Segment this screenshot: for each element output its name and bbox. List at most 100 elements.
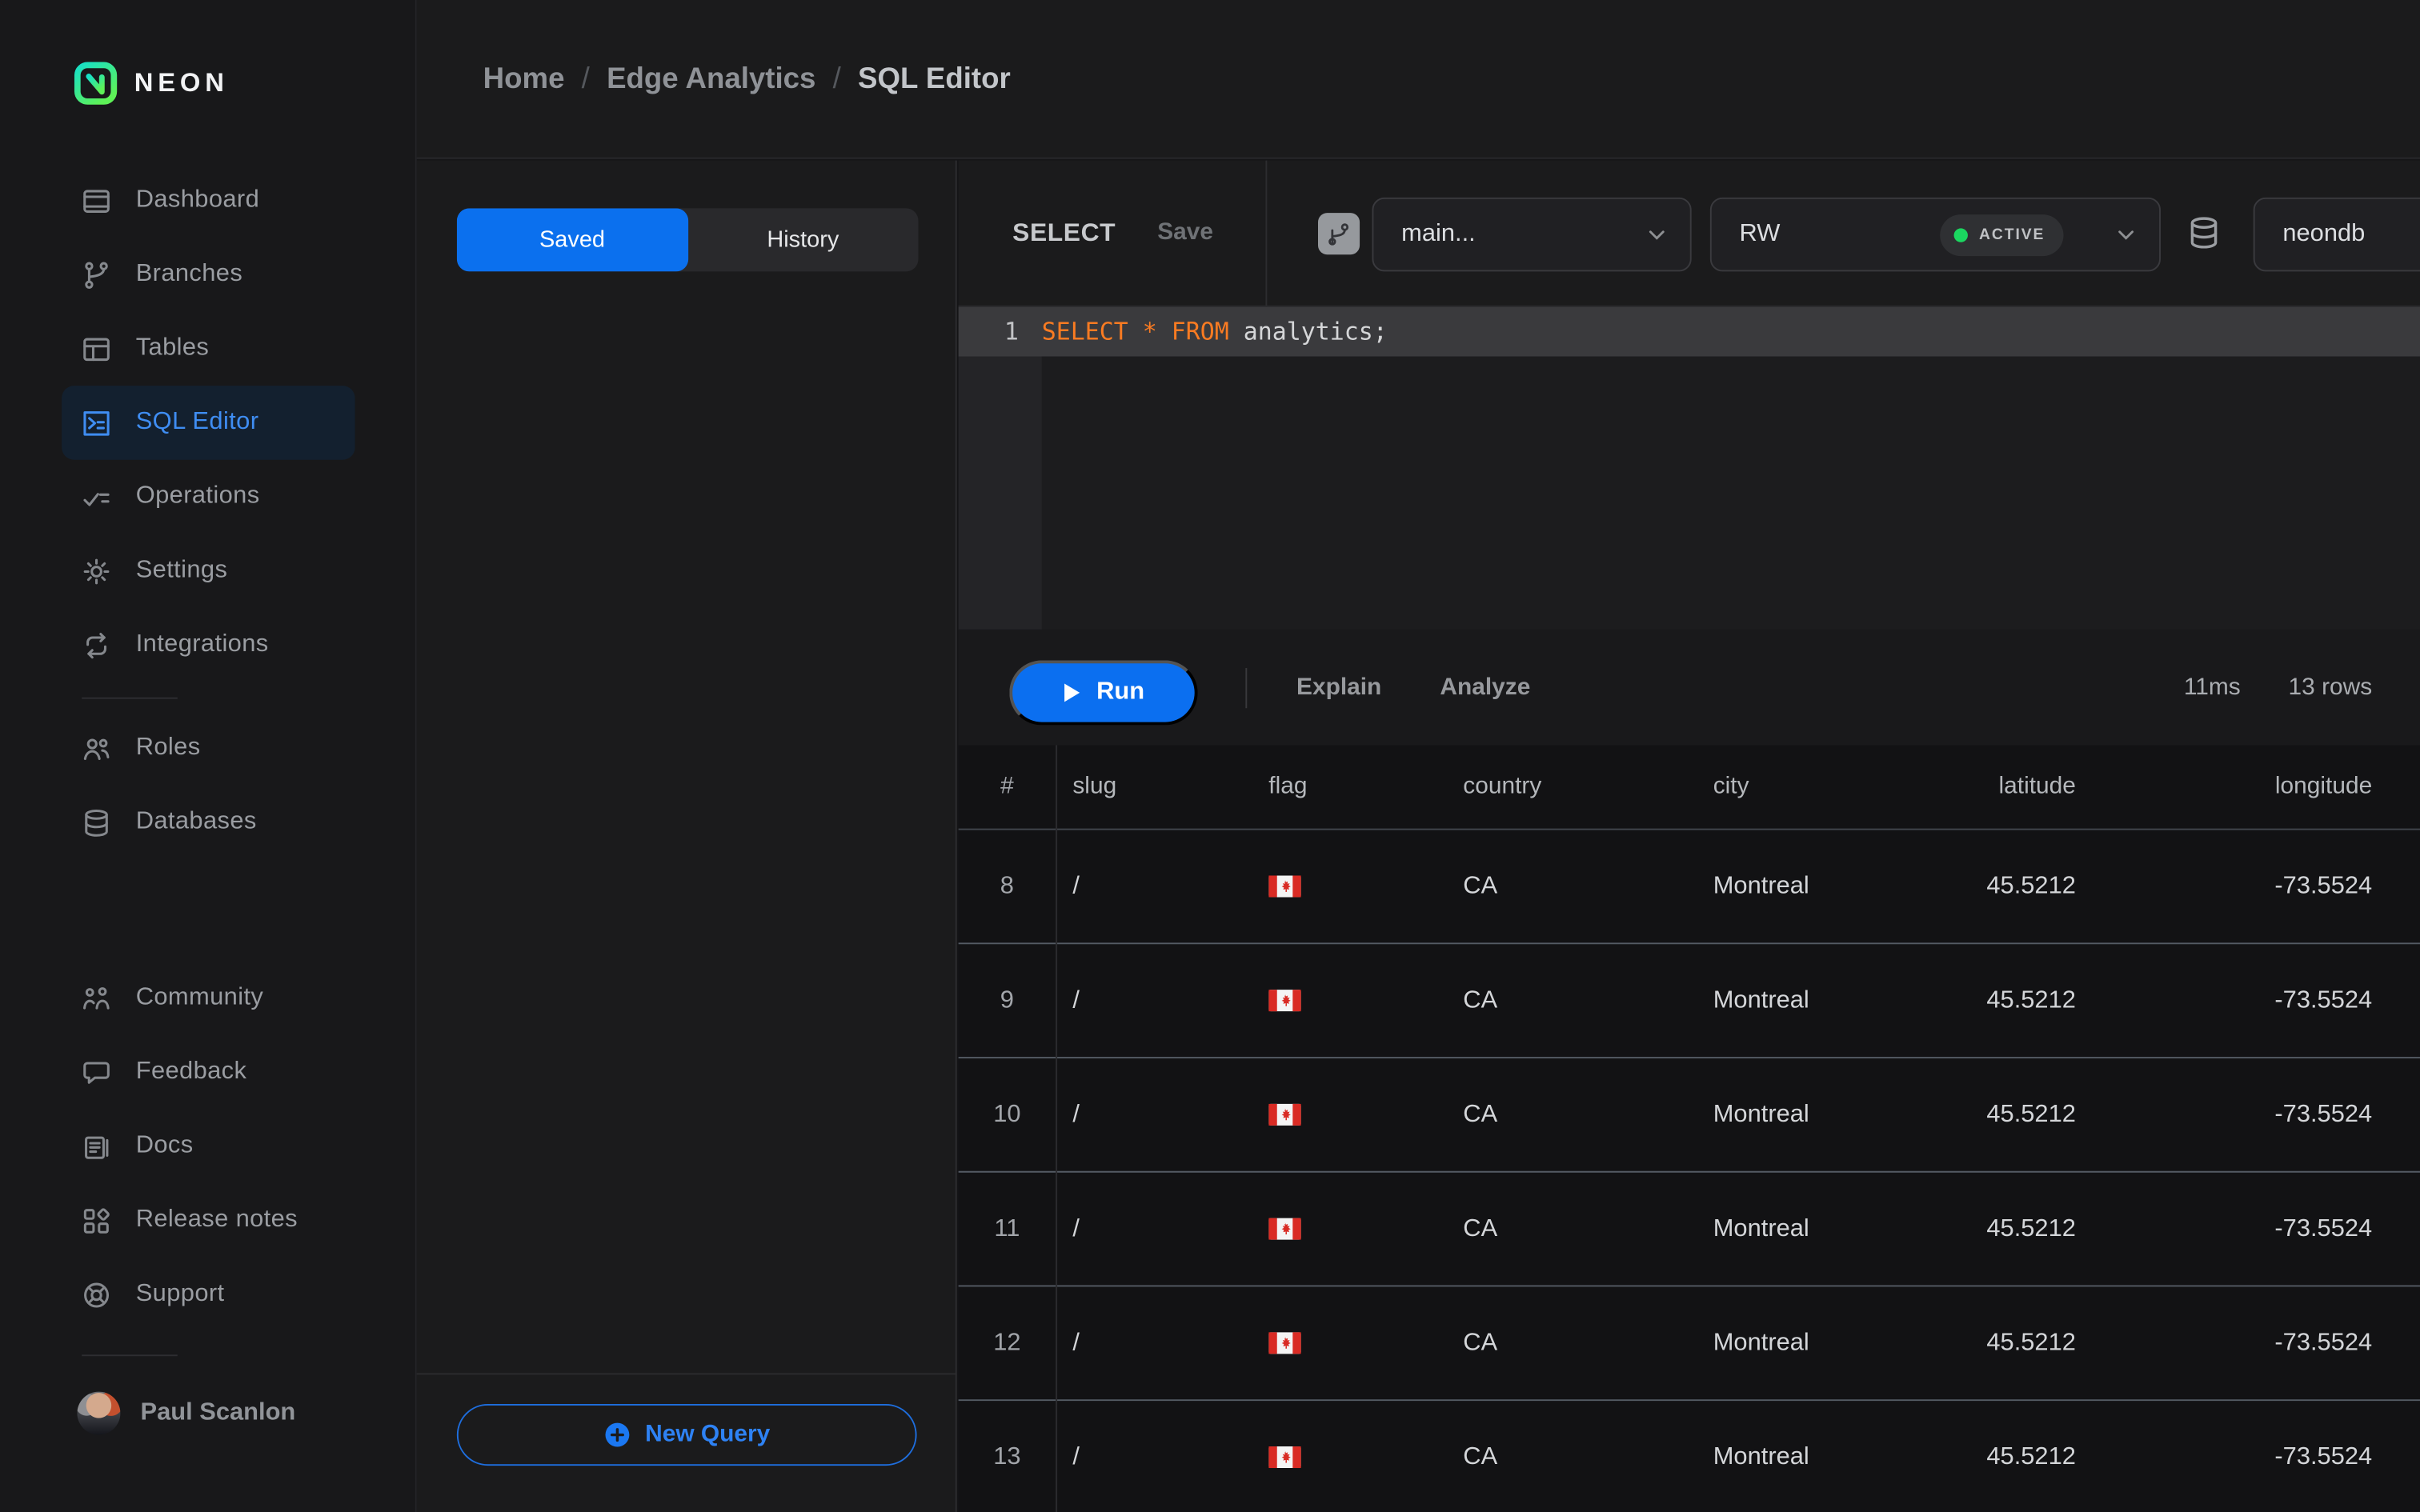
- cell-country: CA: [1446, 1215, 1696, 1243]
- sidebar-item-operations[interactable]: Operations: [62, 460, 355, 534]
- column-header-latitude: latitude: [1898, 773, 2083, 801]
- user-menu[interactable]: Paul Scanlon: [77, 1392, 295, 1435]
- cell-latitude: 45.5212: [1898, 873, 2083, 901]
- sidebar-item-label: Operations: [136, 483, 260, 511]
- cell-city: Montreal: [1696, 873, 1898, 901]
- database-icon: [2186, 214, 2222, 254]
- status-badge-label: ACTIVE: [1979, 226, 2045, 243]
- queries-panel: SavedHistory New Query: [417, 161, 957, 1512]
- sidebar-nav-secondary: Roles Databases: [0, 711, 417, 859]
- top-bar: Home / Edge Analytics / SQL Editor: [417, 0, 2420, 159]
- operations-icon: [80, 481, 112, 514]
- chevron-down-icon: [2114, 223, 2138, 246]
- sidebar-item-label: Branches: [136, 261, 242, 289]
- docs-icon: [80, 1130, 112, 1163]
- sidebar-item-integrations[interactable]: Integrations: [62, 608, 355, 682]
- branch-select-value: main...: [1373, 221, 1475, 249]
- integrations-icon: [80, 629, 112, 661]
- sidebar-item-settings[interactable]: Settings: [62, 534, 355, 608]
- breadcrumb-item[interactable]: SQL Editor: [858, 62, 1011, 96]
- cell-longitude: -73.5524: [2084, 1329, 2420, 1357]
- table-row[interactable]: 11/CAMontreal45.5212-73.5524: [959, 1173, 2420, 1287]
- chevron-down-icon: [1645, 223, 1669, 246]
- sidebar-nav-main: Dashboard Branches TablesSQL Editor Operati…: [0, 163, 417, 682]
- sidebar-item-branches[interactable]: Branches: [62, 238, 355, 312]
- sidebar-item-feedback[interactable]: Feedback: [62, 1035, 355, 1110]
- code-line: 1 SELECT * FROM analytics;: [959, 307, 2420, 357]
- release-notes-icon: [80, 1204, 112, 1237]
- compute-select[interactable]: RW ACTIVE: [1710, 198, 2161, 272]
- avatar: [77, 1392, 120, 1435]
- neon-logo[interactable]: NEON: [74, 62, 229, 105]
- sidebar-item-docs[interactable]: Docs: [62, 1110, 355, 1184]
- cell-flag: [1252, 989, 1446, 1012]
- branches-icon: [80, 258, 112, 291]
- roles-icon: [80, 732, 112, 765]
- cell-row-number: 12: [959, 1329, 1056, 1357]
- sidebar-item-roles[interactable]: Roles: [62, 711, 355, 786]
- toolbar-divider: [1245, 668, 1247, 708]
- header-divider: [1265, 161, 1267, 306]
- branch-select[interactable]: main...: [1372, 198, 1691, 272]
- sidebar-item-label: Databases: [136, 809, 257, 837]
- sidebar-item-label: Settings: [136, 557, 228, 585]
- cell-country: CA: [1446, 986, 1696, 1014]
- sidebar-item-support[interactable]: Support: [62, 1258, 355, 1332]
- table-row[interactable]: 10/CAMontreal45.5212-73.5524: [959, 1058, 2420, 1173]
- analyze-button[interactable]: Analyze: [1440, 630, 1530, 746]
- table-row[interactable]: 12/CAMontreal45.5212-73.5524: [959, 1286, 2420, 1401]
- new-query-button[interactable]: New Query: [457, 1404, 917, 1466]
- sidebar-item-databases[interactable]: Databases: [62, 786, 355, 860]
- cell-slug: /: [1056, 986, 1252, 1014]
- sidebar-item-label: Integrations: [136, 631, 269, 659]
- branch-icon-button[interactable]: [1318, 213, 1360, 254]
- cell-slug: /: [1056, 1215, 1252, 1243]
- column-header-country: country: [1446, 773, 1696, 801]
- feedback-icon: [80, 1056, 112, 1089]
- databases-icon: [80, 806, 112, 839]
- cell-country: CA: [1446, 1329, 1696, 1357]
- query-stats: 11ms 13 rows: [2184, 630, 2372, 746]
- cell-row-number: 10: [959, 1101, 1056, 1129]
- explain-button[interactable]: Explain: [1296, 630, 1381, 746]
- cell-country: CA: [1446, 1443, 1696, 1471]
- new-query-label: New Query: [645, 1421, 770, 1449]
- dashboard-icon: [80, 184, 112, 217]
- table-row[interactable]: 9/CAMontreal45.5212-73.5524: [959, 944, 2420, 1058]
- community-icon: [80, 982, 112, 1015]
- table-row[interactable]: 8/CAMontreal45.5212-73.5524: [959, 830, 2420, 945]
- cell-city: Montreal: [1696, 1329, 1898, 1357]
- sidebar-item-sql-editor[interactable]: SQL Editor: [62, 386, 355, 460]
- canada-flag-icon: [1268, 989, 1301, 1012]
- breadcrumb-separator: /: [833, 62, 841, 96]
- tab-saved[interactable]: Saved: [457, 208, 687, 271]
- breadcrumb-separator: /: [582, 62, 590, 96]
- database-select[interactable]: neondb: [2254, 198, 2420, 272]
- status-badge: ACTIVE: [1941, 214, 2064, 256]
- breadcrumb-item[interactable]: Home: [483, 62, 565, 96]
- column-header-longitude: longitude: [2084, 773, 2420, 801]
- saved-history-tabs: SavedHistory: [457, 208, 919, 271]
- table-body: 8/CAMontreal45.5212-73.55249/CAMontreal4…: [959, 830, 2420, 1512]
- column-header-city: city: [1696, 773, 1898, 801]
- save-button[interactable]: Save: [1157, 219, 1213, 247]
- run-button[interactable]: Run: [1009, 660, 1197, 725]
- cell-slug: /: [1056, 1101, 1252, 1129]
- sidebar-item-dashboard[interactable]: Dashboard: [62, 163, 355, 238]
- query-row-count: 13 rows: [2289, 674, 2373, 702]
- sidebar-item-release-notes[interactable]: Release notes: [62, 1183, 355, 1258]
- active-dot-icon: [1954, 228, 1968, 242]
- cell-longitude: -73.5524: [2084, 873, 2420, 901]
- cell-row-number: 9: [959, 986, 1056, 1014]
- breadcrumb-item[interactable]: Edge Analytics: [607, 62, 815, 96]
- sidebar-item-label: Docs: [136, 1133, 194, 1161]
- tab-history[interactable]: History: [687, 208, 918, 271]
- cell-flag: [1252, 1331, 1446, 1354]
- table-header-row: #slugflagcountrycitylatitudelongitude: [959, 745, 2420, 830]
- sql-code-editor[interactable]: 1 SELECT * FROM analytics;: [959, 307, 2420, 630]
- cell-longitude: -73.5524: [2084, 986, 2420, 1014]
- sidebar-item-community[interactable]: Community: [62, 961, 355, 1035]
- column-divider: [1056, 745, 1057, 1511]
- sidebar-item-tables[interactable]: Tables: [62, 312, 355, 386]
- table-row[interactable]: 13/CAMontreal45.5212-73.5524: [959, 1401, 2420, 1512]
